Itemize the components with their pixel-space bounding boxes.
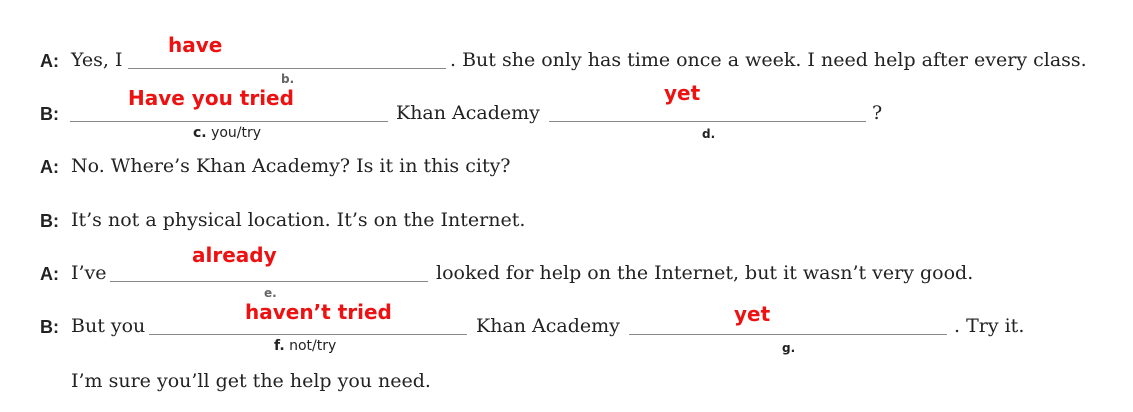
- speaker-a: A:: [40, 264, 59, 284]
- answer-a[interactable]: have: [168, 35, 222, 55]
- label-c-verb: you/try: [211, 125, 262, 141]
- answer-c[interactable]: Have you tried: [128, 88, 294, 108]
- label-c-letter: c.: [193, 125, 207, 141]
- line3-text: No. Where’s Khan Academy? Is it in this …: [71, 155, 511, 177]
- label-f: f. not/try: [274, 339, 336, 353]
- line6-text-before: But you: [71, 315, 146, 337]
- line2-text-end: ?: [872, 102, 883, 124]
- speaker-a: A:: [40, 51, 59, 71]
- answer-g[interactable]: yet: [734, 304, 770, 324]
- line5-text-before: I’ve: [71, 262, 107, 284]
- label-c: c. you/try: [193, 126, 261, 140]
- blank-c[interactable]: [70, 121, 388, 122]
- label-e: e.: [264, 286, 277, 300]
- line5-text-after: looked for help on the Internet, but it …: [436, 262, 974, 284]
- answer-d[interactable]: yet: [664, 83, 700, 103]
- label-b: b.: [281, 72, 295, 86]
- blank-e[interactable]: [110, 281, 428, 282]
- speaker-a: A:: [40, 157, 59, 177]
- answer-e[interactable]: already: [192, 245, 277, 265]
- speaker-b: B:: [40, 104, 59, 124]
- blank-g[interactable]: [629, 334, 947, 335]
- blank-a[interactable]: [128, 68, 446, 69]
- answer-f[interactable]: haven’t tried: [245, 302, 392, 322]
- line2-text-mid: Khan Academy: [396, 102, 540, 124]
- label-f-letter: f.: [274, 338, 285, 354]
- line6-text-mid: Khan Academy: [476, 315, 620, 337]
- line4-text: It’s not a physical location. It’s on th…: [71, 209, 526, 231]
- blank-d[interactable]: [549, 121, 866, 122]
- label-d: d.: [702, 127, 716, 141]
- speaker-b: B:: [40, 317, 59, 337]
- blank-f[interactable]: [149, 334, 467, 335]
- line1-text-before: Yes, I: [71, 49, 123, 71]
- speaker-b: B:: [40, 211, 59, 231]
- exercise-page: A: Yes, I have . But she only has time o…: [0, 0, 1133, 412]
- label-g: g.: [782, 341, 796, 355]
- line6-text-end: . Try it.: [954, 315, 1025, 337]
- label-f-verb: not/try: [289, 338, 337, 354]
- line7-text: I’m sure you’ll get the help you need.: [71, 370, 431, 392]
- line1-text-after: . But she only has time once a week. I n…: [450, 49, 1087, 71]
